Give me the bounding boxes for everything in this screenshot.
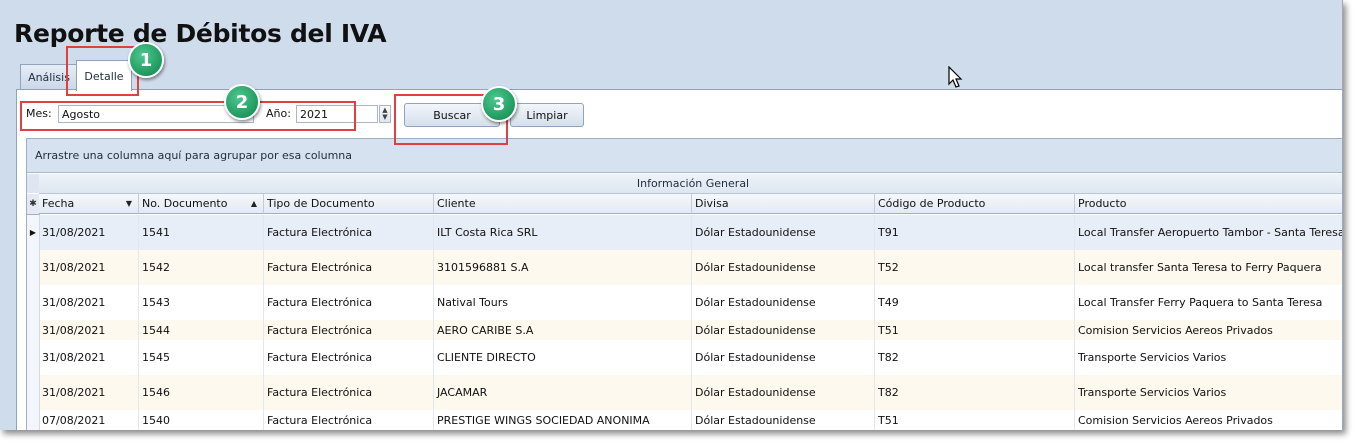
column-header-no-documento[interactable]: No. Documento ▲ [139, 194, 264, 214]
cell-producto[interactable]: Comision Servicios Aereos Privados [1075, 410, 1342, 430]
cell-cliente[interactable]: PRESTIGE WINGS SOCIEDAD ANONIMA [434, 410, 692, 430]
cell-tipo[interactable]: Factura Electrónica [264, 215, 434, 250]
cell-divisa[interactable]: Dólar Estadounidense [692, 215, 875, 250]
column-header-divisa[interactable]: Divisa [692, 194, 875, 214]
cell-doc[interactable]: 1543 [139, 285, 264, 320]
limpiar-button[interactable]: Limpiar [510, 103, 584, 127]
cell-tipo[interactable]: Factura Electrónica [264, 250, 434, 285]
table-row[interactable]: 31/08/2021 1546 Factura Electrónica JACAMAR… [27, 375, 1342, 411]
tab-detalle[interactable]: Detalle [76, 60, 132, 91]
cell-producto[interactable]: Transporte Servicios Varios [1075, 340, 1342, 375]
cell-codigo[interactable]: T49 [875, 285, 1075, 320]
table-row[interactable]: ▶ 31/08/2021 1541 Factura Electrónica ILT Co… [27, 215, 1342, 251]
group-by-panel[interactable]: Arrastre una columna aquí para agrupar p… [27, 139, 1342, 173]
cell-cliente[interactable]: ILT Costa Rica SRL [434, 215, 692, 250]
anio-input[interactable]: 2021 [296, 105, 378, 123]
mouse-pointer-icon [948, 66, 963, 88]
anio-label: Año: [266, 107, 291, 120]
spin-down-icon[interactable]: ▼ [382, 114, 387, 121]
cell-producto[interactable]: Comision Servicios Aereos Privados [1075, 320, 1342, 340]
cell-codigo[interactable]: T82 [875, 375, 1075, 410]
app-window: Reporte de Débitos del IVA Análisis Deta… [0, 0, 1343, 430]
cell-codigo[interactable]: T82 [875, 340, 1075, 375]
anio-spinner[interactable]: ▲ ▼ [379, 105, 391, 123]
cell-fecha[interactable]: 31/08/2021 [39, 320, 139, 340]
cell-cliente[interactable]: Natival Tours [434, 285, 692, 320]
table-row[interactable]: 31/08/2021 1543 Factura Electrónica Natival… [27, 285, 1342, 321]
page-title: Reporte de Débitos del IVA [14, 19, 387, 48]
cell-fecha[interactable]: 31/08/2021 [39, 250, 139, 285]
cell-fecha[interactable]: 07/08/2021 [39, 410, 139, 430]
cell-doc[interactable]: 1542 [139, 250, 264, 285]
cell-tipo[interactable]: Factura Electrónica [264, 340, 434, 375]
cell-cliente[interactable]: 3101596881 S.A [434, 250, 692, 285]
cell-producto[interactable]: Local Transfer Ferry Paquera to Santa Te… [1075, 285, 1342, 320]
cell-codigo[interactable]: T51 [875, 320, 1075, 340]
cell-doc[interactable]: 1540 [139, 410, 264, 430]
sort-ascending-icon: ▲ [250, 199, 257, 208]
cell-tipo[interactable]: Factura Electrónica [264, 320, 434, 340]
cell-divisa[interactable]: Dólar Estadounidense [692, 375, 875, 410]
cell-divisa[interactable]: Dólar Estadounidense [692, 285, 875, 320]
cell-tipo[interactable]: Factura Electrónica [264, 410, 434, 430]
cell-cliente[interactable]: JACAMAR [434, 375, 692, 410]
column-header-cliente[interactable]: Cliente [434, 194, 692, 214]
cell-producto[interactable]: Local transfer Santa Teresa to Ferry Paq… [1075, 250, 1342, 285]
annotation-badge-3: 3 [481, 86, 517, 122]
cell-divisa[interactable]: Dólar Estadounidense [692, 410, 875, 430]
cell-fecha[interactable]: 31/08/2021 [39, 375, 139, 410]
column-header-tipo-documento[interactable]: Tipo de Documento [264, 194, 434, 214]
cell-divisa[interactable]: Dólar Estadounidense [692, 250, 875, 285]
cell-doc[interactable]: 1545 [139, 340, 264, 375]
mes-label: Mes: [26, 107, 52, 120]
cell-doc[interactable]: 1541 [139, 215, 264, 250]
cell-cliente[interactable]: AERO CARIBE S.A [434, 320, 692, 340]
column-header-fecha[interactable]: Fecha ▼ [39, 194, 139, 214]
column-header-codigo-producto[interactable]: Código de Producto [875, 194, 1075, 214]
cell-doc[interactable]: 1544 [139, 320, 264, 340]
band-informacion-general: Información General [39, 174, 1342, 194]
annotation-badge-1: 1 [128, 42, 164, 78]
annotation-badge-2: 2 [224, 84, 260, 120]
cell-fecha[interactable]: 31/08/2021 [39, 215, 139, 250]
table-row[interactable]: 31/08/2021 1542 Factura Electrónica 3101596… [27, 250, 1342, 286]
filter-dropdown-icon[interactable]: ▼ [126, 194, 132, 214]
cell-cliente[interactable]: CLIENTE DIRECTO [434, 340, 692, 375]
cell-divisa[interactable]: Dólar Estadounidense [692, 320, 875, 340]
column-label: No. Documento [142, 197, 228, 210]
table-row[interactable]: 31/08/2021 1544 Factura Electrónica AERO CA… [27, 320, 1342, 341]
column-label: Fecha [42, 197, 75, 210]
table-row[interactable]: 31/08/2021 1545 Factura Electrónica CLIENTE… [27, 340, 1342, 376]
cell-producto[interactable]: Local Transfer Aeropuerto Tambor - Santa… [1075, 215, 1342, 250]
cell-doc[interactable]: 1546 [139, 375, 264, 410]
cell-producto[interactable]: Transporte Servicios Varios [1075, 375, 1342, 410]
cell-fecha[interactable]: 31/08/2021 [39, 340, 139, 375]
cell-codigo[interactable]: T91 [875, 215, 1075, 250]
cell-tipo[interactable]: Factura Electrónica [264, 285, 434, 320]
cell-codigo[interactable]: T51 [875, 410, 1075, 430]
tab-analisis[interactable]: Análisis [20, 64, 78, 89]
cell-codigo[interactable]: T52 [875, 250, 1075, 285]
cell-tipo[interactable]: Factura Electrónica [264, 375, 434, 410]
cell-fecha[interactable]: 31/08/2021 [39, 285, 139, 320]
data-grid: Arrastre una columna aquí para agrupar p… [26, 138, 1342, 430]
cell-divisa[interactable]: Dólar Estadounidense [692, 340, 875, 375]
table-row[interactable]: 07/08/2021 1540 Factura Electrónica PRESTIG… [27, 410, 1342, 430]
column-header-producto[interactable]: Producto [1075, 194, 1342, 214]
